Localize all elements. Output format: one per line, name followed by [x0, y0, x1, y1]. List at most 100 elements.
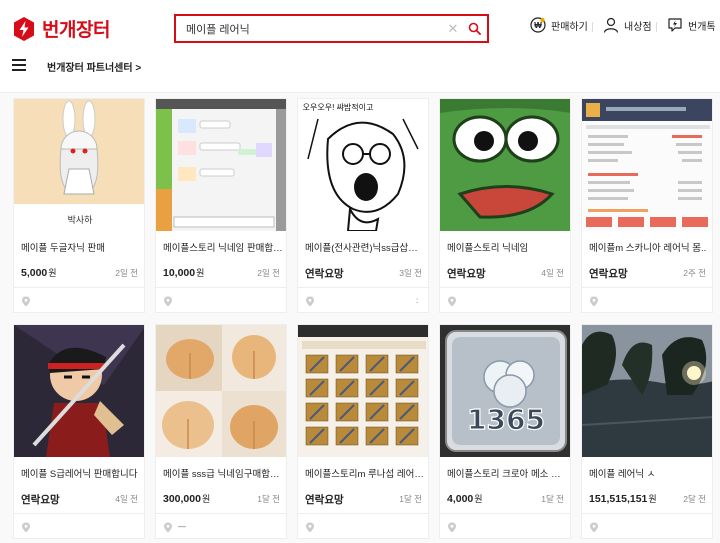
location-row: —: [156, 513, 286, 538]
product-thumbnail: 오우오우! 쌰밤적이고: [298, 99, 428, 231]
product-thumbnail: 박사하: [14, 99, 144, 231]
logo-text: 번개장터: [42, 20, 110, 41]
meso-item-image: 1365: [440, 325, 570, 457]
game-chat-screenshot: [156, 99, 286, 231]
location-row: [14, 513, 144, 538]
product-card[interactable]: 1365 메이플스토리 크로아 메소 및 닉네임 4,000원 1달 전: [439, 324, 571, 539]
thumb-caption: 1365: [467, 403, 545, 436]
posted-time: 2달 전: [683, 494, 706, 504]
location-row: [440, 513, 570, 538]
product-title: 메이플스토리m 루나섭 레어닉네임: [305, 469, 425, 480]
product-card[interactable]: 메이플스토리 닉네임 연락요망 4일 전: [439, 98, 571, 313]
product-thumbnail: [156, 325, 286, 457]
location-pin-icon: [448, 522, 456, 533]
night-landscape-photo: [582, 325, 712, 457]
product-card[interactable]: 메이플 레어닉 ㅅ 151,515,151원 2달 전: [581, 324, 713, 539]
product-title: 메이플스토리 크로아 메소 및 닉네임: [447, 469, 567, 480]
product-card[interactable]: 오우오우! 쌰밤적이고 메이플(전사관련)닉ss급삽니다 연락요망 3일 전 :: [297, 98, 429, 313]
product-card[interactable]: 메이플m 스카니아 레어닉 몸.. 연락요망 2주 전: [581, 98, 713, 313]
sell-button[interactable]: ₩ 판매하기: [530, 17, 588, 33]
location-pin-icon: [306, 522, 314, 533]
my-shop-button[interactable]: 내상점: [603, 17, 652, 33]
user-icon: [603, 17, 619, 33]
won-coin-icon: ₩: [530, 17, 546, 33]
search-button[interactable]: [461, 16, 487, 41]
posted-time: 2주 전: [683, 268, 706, 278]
product-thumbnail: [582, 99, 712, 231]
thumb-caption: 박사하: [68, 215, 94, 225]
product-price: 연락요망: [305, 494, 344, 506]
location-row: [582, 287, 712, 312]
product-title: 메이플 레어닉 ㅅ: [589, 469, 656, 480]
product-title: 메이플 두글자닉 판매: [21, 243, 105, 254]
weapon-inventory-screenshot: [298, 325, 428, 457]
posted-time: 4일 전: [541, 268, 564, 278]
product-price: 연락요망: [21, 494, 60, 506]
search-input[interactable]: [176, 16, 445, 41]
posted-time: 4일 전: [115, 494, 138, 504]
location-pin-icon: [306, 296, 314, 307]
product-price: 300,000원: [163, 493, 211, 505]
product-card[interactable]: 메이플스토리m 루나섭 레어닉네임 연락요망 1달 전: [297, 324, 429, 539]
product-price: 연락요망: [305, 268, 344, 280]
hamburger-icon[interactable]: [12, 59, 26, 71]
header: 번개장터 ✕ ₩ 판매하기 내상점 번개톡: [0, 0, 720, 93]
location-pin-icon: [590, 522, 598, 533]
product-title: 메이플스토리 닉네임 판매합니다: [163, 243, 283, 254]
frog-meme-image: [440, 99, 570, 231]
product-thumbnail: [582, 325, 712, 457]
product-title: 메이플m 스카니아 레어닉 몸..: [589, 243, 707, 254]
search-bar: ✕: [174, 14, 489, 43]
product-price: 연락요망: [447, 268, 486, 280]
location-pin-icon: [164, 296, 172, 307]
posted-time: 1달 전: [399, 494, 422, 504]
product-title: 메이플스토리 닉네임: [447, 243, 529, 254]
partner-center-link[interactable]: 번개장터 파트너센터 >: [47, 59, 141, 74]
posted-time: 1달 전: [541, 494, 564, 504]
posted-time: 2일 전: [115, 268, 138, 278]
product-card[interactable]: 메이플 sss급 닉네임구매합니다 300,000원 1달 전 —: [155, 324, 287, 539]
product-thumbnail: 1365: [440, 325, 570, 457]
product-title: 메이플 S급레어닉 판매합니다: [21, 469, 138, 480]
bungae-talk-button[interactable]: 번개톡: [667, 17, 716, 33]
svg-text:₩: ₩: [534, 21, 542, 30]
product-price: 10,000원: [163, 267, 205, 279]
product-thumbnail: [440, 99, 570, 231]
search-icon: [468, 22, 481, 35]
divider: [656, 22, 657, 32]
bungae-talk-label: 번개톡: [688, 21, 716, 33]
sub-navigation: 번개장터 파트너센터 >: [0, 54, 720, 80]
location-row: [156, 287, 286, 312]
close-icon[interactable]: ✕: [445, 21, 461, 37]
location-pin-icon: [164, 522, 172, 533]
product-title: 메이플 sss급 닉네임구매합니다: [163, 469, 283, 480]
location-row: [14, 287, 144, 312]
product-price: 4,000원: [447, 493, 483, 505]
product-title: 메이플(전사관련)닉ss급삽니다: [305, 243, 425, 254]
product-thumbnail: [298, 325, 428, 457]
warrior-character-image: [14, 325, 144, 457]
location-text: :: [416, 296, 419, 305]
product-thumbnail: [14, 325, 144, 457]
location-pin-icon: [448, 296, 456, 307]
location-pin-icon: [590, 296, 598, 307]
location-text: —: [178, 522, 186, 531]
location-pin-icon: [22, 522, 30, 533]
meme-sketch-image: 오우오우! 쌰밤적이고: [298, 99, 428, 231]
product-grid: 박사하 메이플 두글자닉 판매 5,000원 2일 전 메이플스토리 닉네임 판…: [13, 98, 713, 539]
product-price: 5,000원: [21, 267, 57, 279]
product-card[interactable]: 메이플 S급레어닉 판매합니다 연락요망 4일 전: [13, 324, 145, 539]
location-row: :: [298, 287, 428, 312]
game-stats-screenshot: [582, 99, 712, 231]
product-thumbnail: [156, 99, 286, 231]
product-card[interactable]: 박사하 메이플 두글자닉 판매 5,000원 2일 전: [13, 98, 145, 313]
product-price: 연락요망: [589, 268, 628, 280]
corgi-butt-collage: [156, 325, 286, 457]
my-shop-label: 내상점: [624, 21, 652, 33]
posted-time: 2일 전: [257, 268, 280, 278]
product-card[interactable]: 메이플스토리 닉네임 판매합니다 10,000원 2일 전: [155, 98, 287, 313]
posted-time: 1달 전: [257, 494, 280, 504]
chat-bolt-icon: [668, 18, 682, 32]
bunny-character-image: 박사하: [14, 99, 144, 231]
logo[interactable]: 번개장터: [12, 15, 110, 42]
